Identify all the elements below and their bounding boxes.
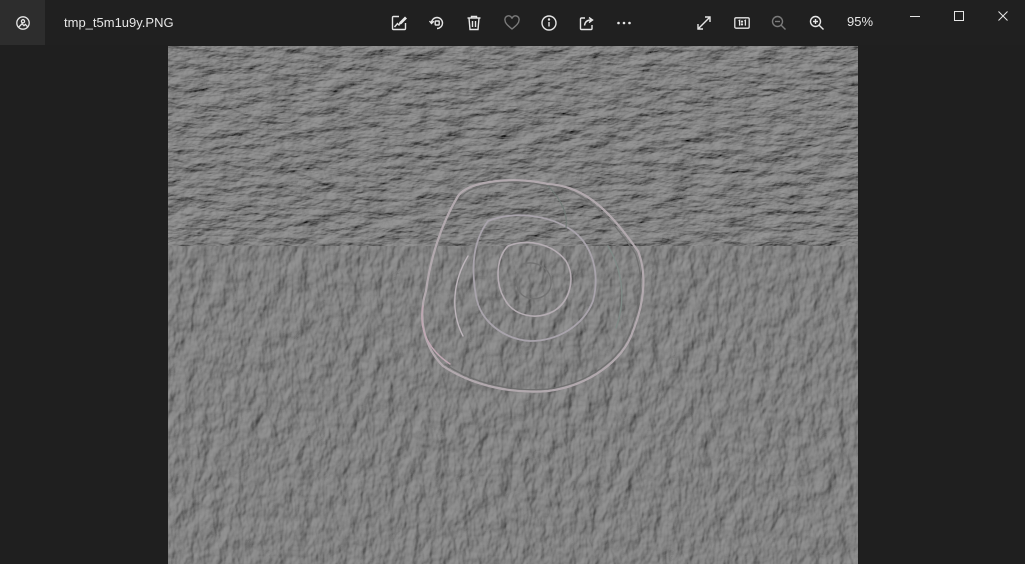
file-info-button[interactable] [536, 10, 562, 36]
full-screen-icon [697, 16, 711, 30]
edit-image-icon [391, 15, 407, 31]
full-screen-button[interactable] [691, 10, 717, 36]
embossed-rose-image[interactable] [168, 46, 858, 564]
title-bar: tmp_t5m1u9y.PNG 95% [0, 0, 1025, 45]
actual-size-icon [734, 17, 750, 29]
heart-icon [504, 15, 520, 30]
share-icon [579, 16, 594, 31]
rotate-icon [428, 16, 444, 30]
embossed-rose-picture [168, 46, 858, 564]
favorite-button[interactable] [499, 10, 525, 36]
maximize-button[interactable] [937, 0, 981, 32]
zoom-in-button[interactable] [804, 10, 830, 36]
info-icon [541, 15, 557, 31]
edit-image-button[interactable] [386, 10, 412, 36]
delete-icon [467, 15, 481, 31]
close-button[interactable] [981, 0, 1025, 32]
share-button[interactable] [574, 10, 600, 36]
zoom-out-button[interactable] [766, 10, 792, 36]
minimize-button[interactable] [893, 0, 937, 32]
file-name-title: tmp_t5m1u9y.PNG [64, 15, 174, 30]
maximize-icon [954, 11, 964, 21]
minimize-icon [910, 16, 920, 17]
delete-button[interactable] [461, 10, 487, 36]
close-icon [998, 11, 1008, 21]
photos-app-icon[interactable] [0, 0, 45, 45]
more-icon [617, 21, 631, 25]
rotate-button[interactable] [424, 10, 450, 36]
zoom-out-icon [771, 15, 786, 30]
zoom-in-icon [809, 15, 824, 30]
photos-window: tmp_t5m1u9y.PNG 95% [0, 0, 1025, 564]
more-button[interactable] [611, 10, 637, 36]
zoom-level-label[interactable]: 95% [840, 13, 880, 31]
actual-size-button[interactable] [729, 10, 755, 36]
